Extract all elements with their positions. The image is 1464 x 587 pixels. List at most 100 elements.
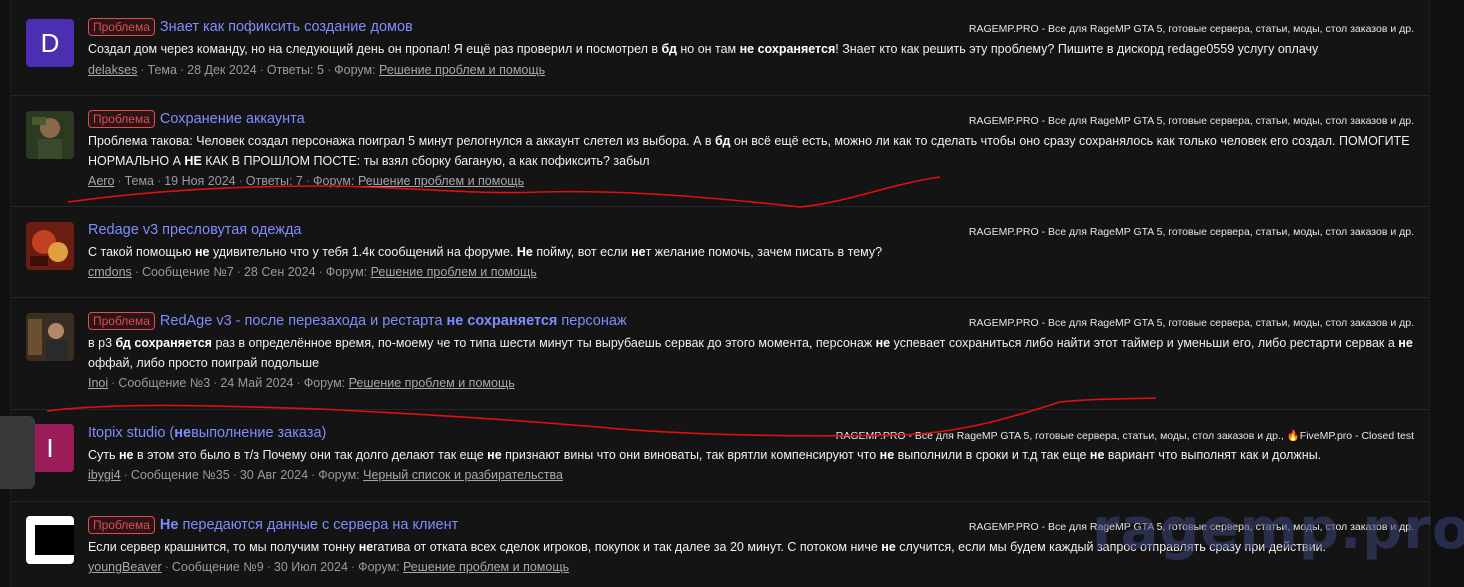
result-title-line: Itopix studio (невыполнение заказа)	[88, 423, 326, 443]
result-snippet: Суть не в этом это было в т/з Почему они…	[88, 445, 1418, 465]
prefix-badge: Проблема	[88, 18, 155, 36]
site-source: RAGEMP.PRO - Все для RageMP GTA 5, готов…	[968, 317, 1414, 329]
forum-link[interactable]: Черный список и разбирательства	[363, 468, 563, 482]
forum-label: Форум:	[358, 560, 404, 574]
author-link[interactable]: ibygi4	[88, 468, 121, 482]
forum-label: Форум:	[318, 468, 364, 482]
meta-separator: ·	[140, 63, 145, 77]
highlighted-term: бд	[715, 134, 731, 148]
result-type: Сообщение №35	[130, 468, 230, 482]
result-title-link[interactable]: Не передаются данные с сервера на клиент	[160, 517, 458, 533]
avatar[interactable]: D	[26, 19, 74, 67]
title-text: Itopix studio (	[88, 425, 175, 441]
result-date: 30 Авг 2024	[239, 468, 309, 482]
forum-label: Форум:	[303, 376, 349, 390]
result-meta: delakses · Тема · 28 Дек 2024 · Ответы: 5 · Фору…	[88, 63, 545, 77]
result-type: Сообщение №3	[118, 376, 211, 390]
snippet-text: гатива от отката всех сделок игроков, по…	[373, 540, 882, 554]
site-source: RAGEMP.PRO - Все для RageMP GTA 5, готов…	[968, 23, 1414, 35]
result-date: 28 Дек 2024	[187, 63, 257, 77]
forum-link[interactable]: Решение проблем и помощь	[358, 174, 524, 188]
result-title-line: Redage v3 пресловутая одежда	[88, 220, 301, 240]
highlighted-term: не сохраняется	[446, 313, 558, 329]
site-source: RAGEMP.PRO - Все для RageMP GTA 5, готов…	[968, 226, 1414, 238]
avatar[interactable]	[26, 313, 74, 361]
result-title-link[interactable]: RedAge v3 - после перезахода и рестарта …	[160, 313, 627, 329]
highlighted-term: не	[358, 540, 374, 554]
result-date: 28 Сен 2024	[243, 265, 316, 279]
side-panel-tab[interactable]	[0, 416, 35, 489]
meta-separator: ·	[305, 174, 311, 188]
search-result: D Проблема Знает как пофиксить создание …	[11, 0, 1429, 96]
forum-link[interactable]: Решение проблем и помощь	[379, 63, 545, 77]
highlighted-term: не	[879, 448, 895, 462]
result-snippet: в р3 бд сохраняется раз в определённое в…	[88, 333, 1418, 373]
snippet-text: в этом это было в т/з Почему они так дол…	[133, 448, 488, 462]
snippet-text: С такой помощью	[88, 245, 195, 259]
result-meta: Aero · Тема · 19 Ноя 2024 · Ответы: 7 · Форум: Р…	[88, 174, 524, 188]
result-meta: youngBeaver · Сообщение №9 · 30 Июл 2024 · Фор…	[88, 560, 569, 574]
meta-separator: ·	[213, 376, 218, 390]
highlighted-term: не	[875, 336, 891, 350]
reply-count: Ответы: 5	[266, 63, 324, 77]
reply-count: Ответы: 7	[245, 174, 303, 188]
title-text: выполнение заказа)	[191, 425, 327, 441]
meta-separator: ·	[318, 265, 323, 279]
result-title-line: Проблема Не передаются данные с сервера …	[88, 515, 458, 535]
highlighted-term: не	[1398, 336, 1413, 350]
meta-separator: ·	[164, 560, 169, 574]
search-result: Redage v3 пресловутая одежда RAGEMP.PRO …	[11, 207, 1429, 298]
meta-separator: ·	[179, 63, 185, 77]
forum-link[interactable]: Решение проблем и помощь	[349, 376, 515, 390]
result-meta: ibygi4 · Сообщение №35 · 30 Авг 2024 · Форум: …	[88, 468, 563, 482]
author-link[interactable]: youngBeaver	[88, 560, 162, 574]
result-snippet: С такой помощью не удивительно что у теб…	[88, 242, 1418, 262]
photo-avatar-image	[26, 313, 74, 361]
snippet-text: выполнили в сроки и т.д так еще	[894, 448, 1090, 462]
snippet-text: оффай, либо просто поиграй подольше	[88, 356, 320, 370]
forum-link[interactable]: Решение проблем и помощь	[371, 265, 537, 279]
meta-separator: ·	[232, 468, 237, 482]
highlighted-term: бд сохраняется	[115, 336, 212, 350]
author-link[interactable]: Aero	[88, 174, 114, 188]
square-logo-avatar-image	[26, 516, 74, 564]
highlighted-term: Не	[516, 245, 533, 259]
highlighted-term: не	[881, 540, 896, 554]
result-type: Тема	[124, 174, 155, 188]
author-link[interactable]: Inoi	[88, 376, 108, 390]
avatar[interactable]	[26, 111, 74, 159]
result-title-link[interactable]: Сохранение аккаунта	[160, 111, 305, 127]
snippet-text: Суть	[88, 448, 119, 462]
avatar[interactable]	[26, 222, 74, 270]
title-text: Redage v3 пресловутая одежда	[88, 222, 302, 238]
snippet-text: но он там	[676, 42, 740, 56]
highlighted-term: бд	[661, 42, 677, 56]
forum-label: Форум:	[313, 174, 358, 188]
result-title-link[interactable]: Знает как пофиксить создание домов	[160, 19, 413, 35]
meta-separator: ·	[238, 174, 243, 188]
result-type: Сообщение №9	[171, 560, 264, 574]
author-link[interactable]: delakses	[88, 63, 137, 77]
title-text: Сохранение аккаунта	[159, 111, 305, 127]
result-title-link[interactable]: Itopix studio (невыполнение заказа)	[88, 425, 326, 441]
result-meta: cmdons · Сообщение №7 · 28 Сен 2024 · Форум: Р…	[88, 265, 537, 279]
forum-link[interactable]: Решение проблем и помощь	[403, 560, 569, 574]
meta-separator: ·	[296, 376, 301, 390]
highlighted-term: не	[631, 245, 646, 259]
title-text: персонаж	[557, 313, 627, 329]
meta-separator: ·	[311, 468, 316, 482]
highlighted-term: не	[119, 448, 134, 462]
prefix-badge: Проблема	[88, 516, 155, 534]
result-type: Тема	[147, 63, 177, 77]
snippet-text: т желание помочь, зачем писать в тему?	[645, 245, 883, 259]
highlighted-term: НЕ	[184, 154, 202, 168]
result-title-link[interactable]: Redage v3 пресловутая одежда	[88, 222, 301, 238]
snippet-text: удивительно что у тебя 1.4к сообщений на…	[209, 245, 517, 259]
search-result: I Itopix studio (невыполнение заказа) RA…	[11, 410, 1429, 502]
author-link[interactable]: cmdons	[88, 265, 132, 279]
forum-label: Форум:	[334, 63, 380, 77]
result-date: 30 Июл 2024	[273, 560, 348, 574]
avatar[interactable]	[26, 516, 74, 564]
site-source: RAGEMP.PRO - Все для RageMP GTA 5, готов…	[968, 115, 1414, 127]
meta-separator: ·	[134, 265, 139, 279]
